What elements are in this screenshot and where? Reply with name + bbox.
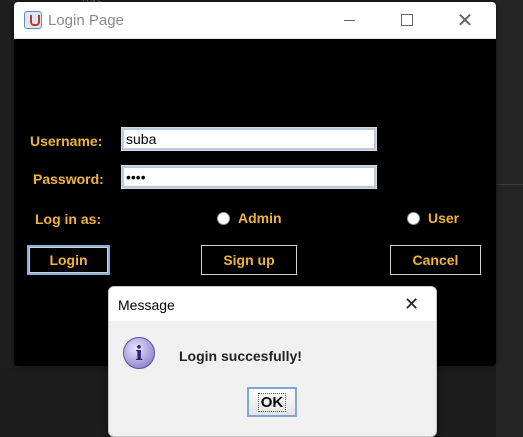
password-input[interactable]: •••• bbox=[121, 165, 377, 189]
maximize-button[interactable] bbox=[392, 8, 422, 32]
information-icon: i bbox=[123, 337, 155, 369]
admin-radio-option[interactable]: Admin bbox=[217, 210, 282, 226]
username-label: Username: bbox=[30, 133, 103, 149]
dialog-title: Message bbox=[118, 297, 175, 313]
close-icon: ✕ bbox=[404, 294, 420, 314]
java-app-icon bbox=[24, 11, 42, 29]
message-dialog: Message ✕ i Login succesfully! OK bbox=[108, 286, 437, 437]
signup-button[interactable]: Sign up bbox=[201, 245, 297, 275]
password-label: Password: bbox=[33, 171, 104, 187]
login-button[interactable]: Login bbox=[27, 245, 110, 275]
cancel-button[interactable]: Cancel bbox=[390, 245, 481, 275]
username-input[interactable]: suba bbox=[121, 127, 377, 151]
ok-button[interactable]: OK bbox=[247, 387, 297, 417]
dialog-message: Login succesfully! bbox=[179, 348, 302, 364]
user-radio-label: User bbox=[428, 210, 460, 226]
admin-radio-label: Admin bbox=[238, 210, 282, 226]
maximize-icon bbox=[401, 14, 413, 26]
ok-button-label: OK bbox=[257, 392, 287, 412]
minimize-button[interactable] bbox=[334, 8, 364, 32]
login-as-label: Log in as: bbox=[35, 211, 102, 227]
admin-radio[interactable] bbox=[217, 211, 230, 225]
window-title: Login Page bbox=[48, 12, 124, 29]
close-icon: ✕ bbox=[456, 9, 474, 32]
window-titlebar[interactable]: Login Page ✕ bbox=[14, 2, 496, 39]
close-button[interactable]: ✕ bbox=[450, 8, 480, 32]
dialog-close-button[interactable]: ✕ bbox=[404, 294, 419, 315]
dialog-titlebar[interactable]: Message ✕ bbox=[109, 287, 436, 321]
user-radio-option[interactable]: User bbox=[407, 210, 459, 226]
background-side-panel bbox=[496, 0, 523, 437]
user-radio[interactable] bbox=[407, 211, 420, 225]
minimize-icon bbox=[343, 19, 355, 21]
